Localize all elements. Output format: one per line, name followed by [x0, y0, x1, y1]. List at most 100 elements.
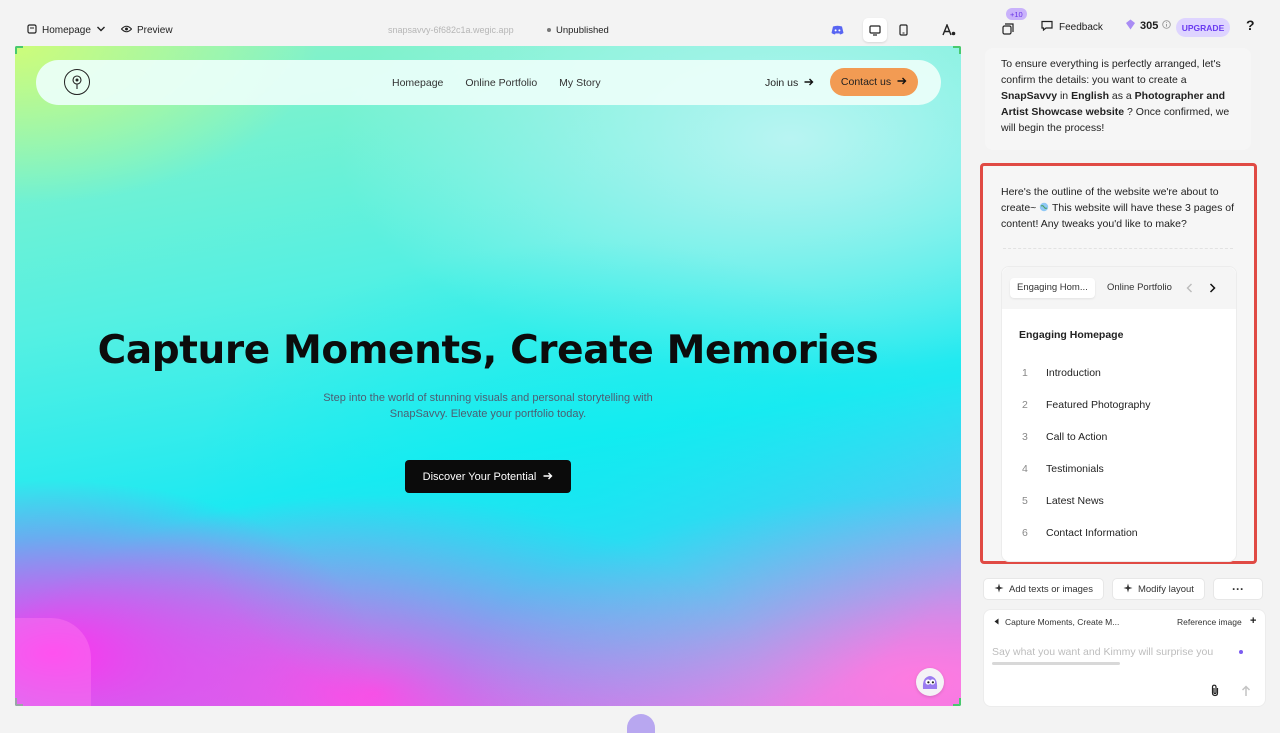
list-item: 2 Featured Photography: [1022, 397, 1151, 429]
page-icon: [27, 23, 37, 37]
toolbar-right: [825, 14, 961, 46]
more-icon: ···: [1231, 582, 1244, 596]
list-item-number: 3: [1022, 431, 1028, 443]
upgrade-button[interactable]: UPGRADE: [1176, 18, 1230, 37]
cursor-dot-icon: [1239, 650, 1243, 654]
sparkle-icon: [1123, 583, 1133, 596]
page-selector[interactable]: Homepage: [27, 23, 106, 37]
msg-text: as a: [1108, 90, 1135, 102]
site-domain[interactable]: snapsavvy-6f682c1a.wegic.app: [388, 25, 514, 35]
credits-value: 305: [1140, 20, 1159, 32]
eye-icon: [120, 25, 133, 36]
panel-header: +10 Feedback 305 UPGRADE ?: [990, 8, 1280, 46]
preview-button[interactable]: Preview: [120, 24, 173, 36]
list-item-label: Latest News: [1046, 495, 1104, 507]
kimmy-mascot-icon[interactable]: [916, 668, 944, 696]
decorative-blob: [15, 618, 91, 706]
help-icon[interactable]: ?: [1246, 17, 1255, 33]
list-item-label: Contact Information: [1046, 527, 1138, 539]
credits-counter: 305: [1125, 19, 1172, 33]
nav-link-homepage[interactable]: Homepage: [392, 77, 443, 89]
paperclip-icon[interactable]: [1210, 684, 1220, 702]
list-item-number: 5: [1022, 495, 1028, 507]
preview-label: Preview: [137, 24, 173, 36]
info-icon[interactable]: [1162, 20, 1172, 32]
msg-site-name: SnapSavvy: [1001, 90, 1058, 102]
join-us-link[interactable]: Join us: [765, 77, 814, 89]
globe-icon: [1039, 202, 1049, 214]
caret-left-icon: [994, 617, 999, 627]
chat-input[interactable]: [992, 644, 1247, 660]
horizontal-scrollbar[interactable]: [992, 662, 1120, 665]
upgrade-label: UPGRADE: [1181, 22, 1225, 33]
selected-element-label: Capture Moments, Create M...: [1005, 617, 1120, 627]
arrow-right-icon: [804, 77, 814, 89]
hero-subtitle: Step into the world of stunning visuals …: [323, 392, 653, 420]
contact-us-button[interactable]: Contact us: [830, 68, 918, 96]
quick-actions: Add texts or images Modify layout ···: [983, 578, 1263, 600]
list-item-number: 1: [1022, 367, 1028, 379]
modify-layout-button[interactable]: Modify layout: [1111, 578, 1205, 600]
feedback-label: Feedback: [1059, 21, 1103, 33]
reward-badge-text: +10: [1010, 9, 1023, 19]
tab-engaging-homepage[interactable]: Engaging Hom...: [1010, 278, 1095, 298]
discord-icon[interactable]: [825, 18, 849, 42]
nav-link-portfolio[interactable]: Online Portfolio: [465, 77, 537, 89]
outline-card: Engaging Hom... Online Portfolio Engagin…: [1001, 266, 1237, 562]
modify-layout-label: Modify layout: [1137, 583, 1194, 595]
status-dot-icon: [547, 28, 551, 32]
outline-section-list: 1 Introduction 2 Featured Photography 3 Cal…: [1022, 365, 1151, 557]
selected-element-ref[interactable]: Capture Moments, Create M...: [994, 617, 1119, 627]
outline-tabs: Engaging Hom... Online Portfolio: [1002, 267, 1236, 309]
list-item-label: Call to Action: [1046, 431, 1108, 443]
list-item-label: Introduction: [1046, 367, 1101, 379]
more-options-button[interactable]: ···: [1212, 578, 1263, 600]
list-item-number: 6: [1022, 527, 1028, 539]
feedback-button[interactable]: Feedback: [1041, 20, 1103, 34]
list-item-label: Testimonials: [1046, 463, 1104, 475]
add-texts-images-label: Add texts or images: [1009, 583, 1093, 595]
list-item: 6 Contact Information: [1022, 525, 1151, 557]
tab-online-portfolio[interactable]: Online Portfolio: [1100, 278, 1179, 298]
desktop-icon[interactable]: [863, 18, 887, 42]
list-item: 1 Introduction: [1022, 365, 1151, 397]
discover-potential-button[interactable]: Discover Your Potential: [405, 460, 571, 493]
website-canvas[interactable]: Homepage Online Portfolio My Story Join …: [15, 46, 961, 706]
kimmy-peek-icon: [627, 714, 655, 733]
selection-corner: [953, 46, 961, 54]
device-switcher: [861, 16, 917, 44]
join-us-label: Join us: [765, 76, 799, 89]
list-item: 4 Testimonials: [1022, 461, 1151, 493]
chat-bubble-icon: [1041, 20, 1053, 34]
list-item-number: 2: [1022, 399, 1028, 411]
msg-text: in: [1057, 90, 1072, 102]
chevron-left-icon[interactable]: [1186, 282, 1193, 298]
chevron-right-icon[interactable]: [1209, 282, 1216, 298]
site-nav-links: Homepage Online Portfolio My Story: [392, 77, 601, 89]
list-item-label: Featured Photography: [1046, 399, 1151, 411]
selection-corner: [15, 46, 23, 54]
mobile-icon[interactable]: [891, 18, 915, 42]
credit-gem-icon: [1125, 19, 1136, 33]
add-texts-images-button[interactable]: Add texts or images: [983, 578, 1104, 600]
plus-icon[interactable]: +: [1250, 615, 1256, 627]
msg-text: To ensure everything is perfectly arrang…: [1001, 58, 1221, 86]
list-item: 5 Latest News: [1022, 493, 1151, 525]
sparkle-icon: [994, 583, 1004, 596]
reward-badge: +10: [1006, 8, 1027, 20]
discover-potential-label: Discover Your Potential: [422, 470, 537, 483]
assistant-message-outline: Here's the outline of the website we're …: [980, 163, 1257, 564]
msg-language: English: [1071, 90, 1109, 102]
send-arrow-icon[interactable]: [1241, 684, 1251, 702]
publish-status: Unpublished: [547, 25, 609, 36]
nav-link-story[interactable]: My Story: [559, 77, 600, 89]
site-navbar: Homepage Online Portfolio My Story Join …: [36, 60, 941, 105]
reference-image-button[interactable]: Reference image: [1177, 617, 1242, 627]
font-style-icon[interactable]: [937, 18, 961, 42]
layers-icon[interactable]: [1002, 22, 1014, 40]
page-selector-label: Homepage: [42, 24, 91, 36]
list-item: 3 Call to Action: [1022, 429, 1151, 461]
site-logo-icon[interactable]: [64, 69, 90, 95]
chat-composer: Capture Moments, Create M... Reference i…: [983, 609, 1266, 707]
contact-us-label: Contact us: [840, 76, 892, 88]
